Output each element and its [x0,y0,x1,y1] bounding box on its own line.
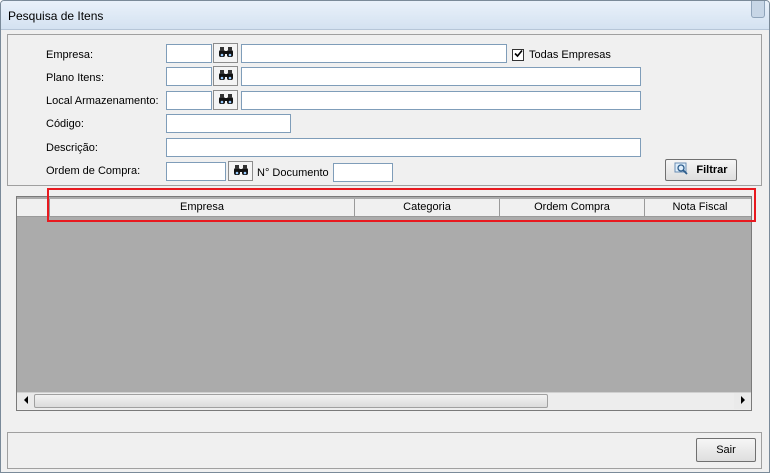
checkmark-icon [513,49,523,61]
close-window-button[interactable] [751,1,765,18]
arrow-right-icon [740,395,746,407]
local-name-input[interactable] [241,91,641,110]
results-grid[interactable]: Empresa Categoria Ordem Compra Nota Fisc… [16,196,752,411]
documento-label: N° Documento [257,167,329,179]
ordem-compra-label: Ordem de Compra: [46,165,141,177]
ordem-compra-input[interactable] [166,162,226,181]
local-search-button[interactable] [213,90,238,110]
scrollbar-thumb[interactable] [34,394,548,408]
documento-input[interactable] [333,163,393,182]
plano-itens-label: Plano Itens: [46,72,105,84]
local-armazenamento-label: Local Armazenamento: [46,95,159,107]
arrow-left-icon [23,395,29,407]
horizontal-scrollbar[interactable] [17,392,751,410]
plano-code-input[interactable] [166,67,212,86]
magnifier-icon [674,162,690,179]
sair-label: Sair [716,444,736,456]
column-header-nota-fiscal[interactable]: Nota Fiscal [645,199,751,217]
app-window: Pesquisa de Itens Empresa: Todas Empresa… [0,0,770,473]
empresa-code-input[interactable] [166,44,212,63]
binoculars-icon [233,164,249,179]
ordem-search-button[interactable] [228,161,253,181]
todas-empresas-checkbox[interactable] [512,49,524,61]
empresa-name-input[interactable] [241,44,507,63]
plano-search-button[interactable] [213,66,238,86]
descricao-input[interactable] [166,138,641,157]
column-header-categoria[interactable]: Categoria [355,199,500,217]
binoculars-icon [218,46,234,61]
sair-button[interactable]: Sair [696,438,756,462]
codigo-label: Código: [46,118,84,130]
title-bar: Pesquisa de Itens [1,1,769,30]
scroll-right-button[interactable] [734,393,751,409]
column-header-empresa[interactable]: Empresa [50,199,355,217]
codigo-input[interactable] [166,114,291,133]
column-header-ordem-compra[interactable]: Ordem Compra [500,199,645,217]
local-code-input[interactable] [166,91,212,110]
footer-panel [7,432,762,469]
descricao-label: Descrição: [46,142,98,154]
filtrar-button[interactable]: Filtrar [665,159,737,181]
scroll-left-button[interactable] [17,393,34,409]
filtrar-label: Filtrar [696,164,728,176]
window-title: Pesquisa de Itens [8,9,104,23]
plano-name-input[interactable] [241,67,641,86]
empresa-label: Empresa: [46,49,94,61]
binoculars-icon [218,69,234,84]
binoculars-icon [218,93,234,108]
empresa-search-button[interactable] [213,43,238,63]
todas-empresas-label: Todas Empresas [529,49,611,61]
row-header-corner [17,199,50,217]
